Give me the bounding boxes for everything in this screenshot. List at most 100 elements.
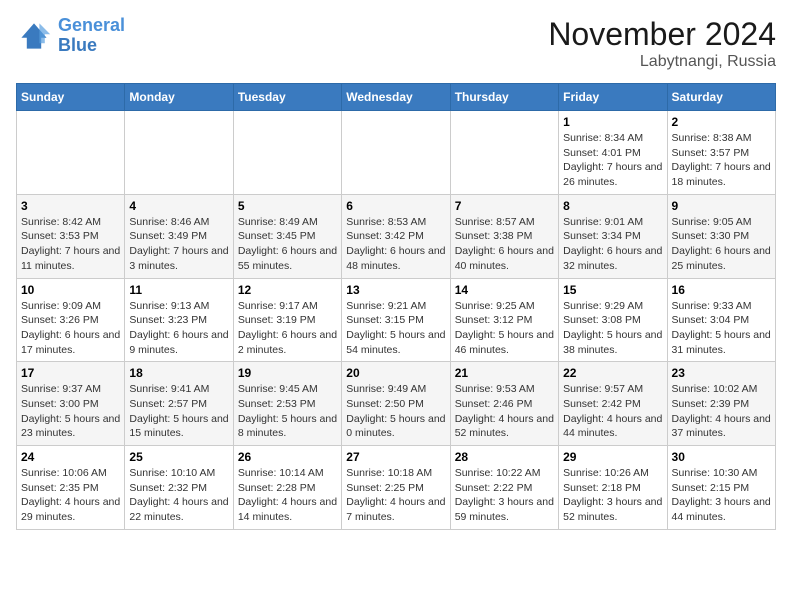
calendar-body: 1 Sunrise: 8:34 AM Sunset: 4:01 PM Daylig… — [17, 111, 776, 530]
weekday-row: SundayMondayTuesdayWednesdayThursdayFrid… — [17, 84, 776, 111]
day-info: Sunrise: 8:46 AM Sunset: 3:49 PM Dayligh… — [129, 215, 228, 274]
calendar-cell: 28 Sunrise: 10:22 AM Sunset: 2:22 PM Dayl… — [450, 446, 558, 530]
day-number: 10 — [21, 283, 120, 297]
day-info: Sunrise: 9:57 AM Sunset: 2:42 PM Dayligh… — [563, 382, 662, 441]
calendar-cell — [342, 111, 450, 195]
calendar-cell: 23Sunrise: 10:02 AM Sunset: 2:39 PM Dayl… — [667, 362, 775, 446]
day-number: 27 — [346, 450, 445, 464]
day-info: Sunrise: 9:17 AM Sunset: 3:19 PM Dayligh… — [238, 299, 337, 358]
day-info: Sunrise: 9:13 AM Sunset: 3:23 PM Dayligh… — [129, 299, 228, 358]
day-number: 20 — [346, 366, 445, 380]
day-info: Sunrise: 10:10 AM Sunset: 2:32 PM Daylig… — [129, 466, 228, 525]
calendar-cell: 8 Sunrise: 9:01 AM Sunset: 3:34 PM Daylig… — [559, 194, 667, 278]
day-number: 5 — [238, 199, 337, 213]
calendar-cell: 14Sunrise: 9:25 AM Sunset: 3:12 PM Dayli… — [450, 278, 558, 362]
day-info: Sunrise: 9:49 AM Sunset: 2:50 PM Dayligh… — [346, 382, 445, 441]
day-info: Sunrise: 9:33 AM Sunset: 3:04 PM Dayligh… — [672, 299, 771, 358]
weekday-header: Sunday — [17, 84, 125, 111]
calendar-cell: 26Sunrise: 10:14 AM Sunset: 2:28 PM Dayl… — [233, 446, 341, 530]
day-number: 2 — [672, 115, 771, 129]
calendar-cell: 17 Sunrise: 9:37 AM Sunset: 3:00 PM Dayli… — [17, 362, 125, 446]
calendar-cell: 20 Sunrise: 9:49 AM Sunset: 2:50 PM Dayli… — [342, 362, 450, 446]
day-number: 16 — [672, 283, 771, 297]
day-number: 24 — [21, 450, 120, 464]
calendar-week-row: 3Sunrise: 8:42 AM Sunset: 3:53 PM Daylig… — [17, 194, 776, 278]
calendar-cell: 6Sunrise: 8:53 AM Sunset: 3:42 PM Daylig… — [342, 194, 450, 278]
day-info: Sunrise: 10:30 AM Sunset: 2:15 PM Daylig… — [672, 466, 771, 525]
day-info: Sunrise: 10:06 AM Sunset: 2:35 PM Daylig… — [21, 466, 120, 525]
day-info: Sunrise: 8:34 AM Sunset: 4:01 PM Dayligh… — [563, 131, 662, 190]
calendar-week-row: 10Sunrise: 9:09 AM Sunset: 3:26 PM Dayli… — [17, 278, 776, 362]
calendar-cell: 19Sunrise: 9:45 AM Sunset: 2:53 PM Dayli… — [233, 362, 341, 446]
day-number: 22 — [563, 366, 662, 380]
calendar-cell: 5Sunrise: 8:49 AM Sunset: 3:45 PM Daylig… — [233, 194, 341, 278]
day-number: 29 — [563, 450, 662, 464]
weekday-header: Thursday — [450, 84, 558, 111]
calendar-cell: 1 Sunrise: 8:34 AM Sunset: 4:01 PM Daylig… — [559, 111, 667, 195]
calendar-header: SundayMondayTuesdayWednesdayThursdayFrid… — [17, 84, 776, 111]
calendar-cell: 21 Sunrise: 9:53 AM Sunset: 2:46 PM Dayli… — [450, 362, 558, 446]
calendar-cell: 13 Sunrise: 9:21 AM Sunset: 3:15 PM Dayli… — [342, 278, 450, 362]
day-number: 17 — [21, 366, 120, 380]
calendar-cell: 27 Sunrise: 10:18 AM Sunset: 2:25 PM Dayl… — [342, 446, 450, 530]
day-number: 12 — [238, 283, 337, 297]
day-number: 28 — [455, 450, 554, 464]
calendar-cell: 2 Sunrise: 8:38 AM Sunset: 3:57 PM Daylig… — [667, 111, 775, 195]
calendar-table: SundayMondayTuesdayWednesdayThursdayFrid… — [16, 83, 776, 530]
day-info: Sunrise: 10:26 AM Sunset: 2:18 PM Daylig… — [563, 466, 662, 525]
calendar-cell: 25Sunrise: 10:10 AM Sunset: 2:32 PM Dayl… — [125, 446, 233, 530]
calendar-cell: 22 Sunrise: 9:57 AM Sunset: 2:42 PM Dayli… — [559, 362, 667, 446]
calendar-cell — [125, 111, 233, 195]
weekday-header: Tuesday — [233, 84, 341, 111]
day-number: 13 — [346, 283, 445, 297]
day-info: Sunrise: 10:14 AM Sunset: 2:28 PM Daylig… — [238, 466, 337, 525]
calendar-week-row: 1 Sunrise: 8:34 AM Sunset: 4:01 PM Daylig… — [17, 111, 776, 195]
day-number: 30 — [672, 450, 771, 464]
day-info: Sunrise: 8:53 AM Sunset: 3:42 PM Dayligh… — [346, 215, 445, 274]
weekday-header: Monday — [125, 84, 233, 111]
day-info: Sunrise: 8:57 AM Sunset: 3:38 PM Dayligh… — [455, 215, 554, 274]
day-number: 15 — [563, 283, 662, 297]
day-info: Sunrise: 9:53 AM Sunset: 2:46 PM Dayligh… — [455, 382, 554, 441]
calendar-cell: 16 Sunrise: 9:33 AM Sunset: 3:04 PM Dayli… — [667, 278, 775, 362]
day-info: Sunrise: 8:38 AM Sunset: 3:57 PM Dayligh… — [672, 131, 771, 190]
weekday-header: Friday — [559, 84, 667, 111]
day-info: Sunrise: 9:01 AM Sunset: 3:34 PM Dayligh… — [563, 215, 662, 274]
day-number: 1 — [563, 115, 662, 129]
weekday-header: Saturday — [667, 84, 775, 111]
day-number: 11 — [129, 283, 228, 297]
day-info: Sunrise: 9:41 AM Sunset: 2:57 PM Dayligh… — [129, 382, 228, 441]
month-title: November 2024 — [548, 16, 776, 53]
calendar-cell: 30 Sunrise: 10:30 AM Sunset: 2:15 PM Dayl… — [667, 446, 775, 530]
calendar-cell: 11 Sunrise: 9:13 AM Sunset: 3:23 PM Dayli… — [125, 278, 233, 362]
calendar-cell: 18 Sunrise: 9:41 AM Sunset: 2:57 PM Dayli… — [125, 362, 233, 446]
day-number: 4 — [129, 199, 228, 213]
calendar-cell — [450, 111, 558, 195]
day-info: Sunrise: 10:22 AM Sunset: 2:22 PM Daylig… — [455, 466, 554, 525]
day-info: Sunrise: 9:37 AM Sunset: 3:00 PM Dayligh… — [21, 382, 120, 441]
day-number: 23 — [672, 366, 771, 380]
day-number: 8 — [563, 199, 662, 213]
calendar-week-row: 17 Sunrise: 9:37 AM Sunset: 3:00 PM Dayli… — [17, 362, 776, 446]
day-number: 21 — [455, 366, 554, 380]
logo-icon — [16, 18, 52, 54]
day-info: Sunrise: 9:29 AM Sunset: 3:08 PM Dayligh… — [563, 299, 662, 358]
title-block: November 2024 Labytnangi, Russia — [548, 16, 776, 71]
calendar-cell: 29 Sunrise: 10:26 AM Sunset: 2:18 PM Dayl… — [559, 446, 667, 530]
day-number: 7 — [455, 199, 554, 213]
calendar-cell: 4 Sunrise: 8:46 AM Sunset: 3:49 PM Daylig… — [125, 194, 233, 278]
day-number: 18 — [129, 366, 228, 380]
calendar-cell: 9Sunrise: 9:05 AM Sunset: 3:30 PM Daylig… — [667, 194, 775, 278]
calendar-cell: 24 Sunrise: 10:06 AM Sunset: 2:35 PM Dayl… — [17, 446, 125, 530]
day-number: 3 — [21, 199, 120, 213]
day-info: Sunrise: 9:21 AM Sunset: 3:15 PM Dayligh… — [346, 299, 445, 358]
day-info: Sunrise: 9:45 AM Sunset: 2:53 PM Dayligh… — [238, 382, 337, 441]
calendar-cell: 7 Sunrise: 8:57 AM Sunset: 3:38 PM Daylig… — [450, 194, 558, 278]
calendar-cell: 3Sunrise: 8:42 AM Sunset: 3:53 PM Daylig… — [17, 194, 125, 278]
calendar-week-row: 24 Sunrise: 10:06 AM Sunset: 2:35 PM Dayl… — [17, 446, 776, 530]
day-number: 14 — [455, 283, 554, 297]
day-info: Sunrise: 10:18 AM Sunset: 2:25 PM Daylig… — [346, 466, 445, 525]
calendar-cell: 10Sunrise: 9:09 AM Sunset: 3:26 PM Dayli… — [17, 278, 125, 362]
calendar-cell: 12 Sunrise: 9:17 AM Sunset: 3:19 PM Dayli… — [233, 278, 341, 362]
logo: General Blue — [16, 16, 125, 56]
